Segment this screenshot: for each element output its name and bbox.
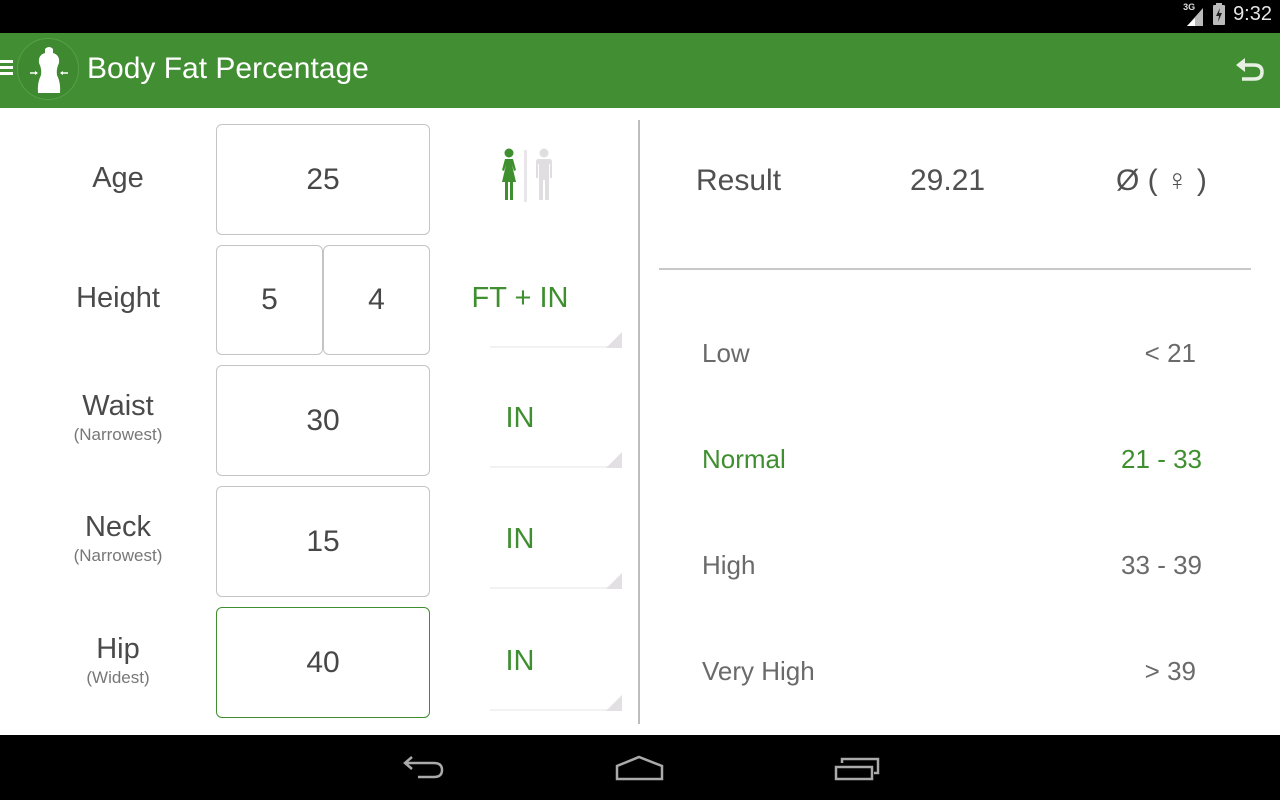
waist-input[interactable]: 30: [216, 365, 430, 476]
waist-label: Waist (Narrowest): [18, 390, 218, 445]
height-inches-input[interactable]: 4: [323, 245, 430, 355]
status-bar: 3G 9:32: [0, 0, 1280, 33]
vertical-divider: [638, 120, 640, 724]
hip-label: Hip (Widest): [18, 633, 218, 688]
app-title: Body Fat Percentage: [87, 52, 369, 85]
range-value: > 39: [1144, 656, 1196, 686]
range-value: < 21: [1144, 338, 1196, 368]
undo-button[interactable]: [1234, 55, 1266, 87]
neck-unit-value: IN: [505, 523, 535, 555]
waist-unit-spinner[interactable]: IN: [490, 364, 622, 468]
back-button[interactable]: [396, 749, 456, 789]
hip-unit-value: IN: [505, 645, 535, 677]
range-row-very-high: Very High > 39: [702, 656, 1202, 696]
hip-unit-spinner[interactable]: IN: [490, 607, 622, 711]
network-type: 3G: [1183, 1, 1196, 12]
hip-input[interactable]: 40: [216, 607, 430, 718]
recent-apps-button[interactable]: [830, 749, 890, 789]
app-logo-dress-form-icon[interactable]: [17, 38, 79, 100]
back-icon: [403, 756, 444, 779]
dropdown-corner-icon: [606, 573, 622, 589]
dropdown-corner-icon: [606, 452, 622, 468]
signal-icon: 3G: [1183, 1, 1205, 26]
range-name: Very High: [702, 656, 815, 686]
hamburger-menu-icon[interactable]: [0, 60, 13, 76]
spinner-underline: [490, 346, 622, 348]
range-row-high: High 33 - 39: [702, 550, 1202, 590]
battery-icon: [1213, 2, 1226, 25]
waist-unit-value: IN: [505, 402, 535, 434]
undo-icon: [1236, 58, 1264, 81]
female-male-toggle-icon: [502, 148, 552, 202]
content-area: Age 25 Height 5 4 FT + IN Waist (Narrowe…: [0, 108, 1280, 735]
neck-label: Neck (Narrowest): [18, 511, 218, 566]
spinner-underline: [490, 709, 622, 711]
height-label: Height: [76, 282, 160, 314]
spinner-underline: [490, 587, 622, 589]
height-unit-value: FT + IN: [471, 282, 569, 314]
range-row-low: Low < 21: [702, 338, 1202, 378]
neck-input[interactable]: 15: [216, 486, 430, 597]
home-icon: [615, 755, 664, 781]
navigation-bar: [0, 735, 1280, 800]
dropdown-corner-icon: [606, 695, 622, 711]
neck-hint: (Narrowest): [73, 546, 163, 565]
result-label: Result: [696, 164, 782, 197]
range-name: Normal: [702, 444, 786, 474]
home-button[interactable]: [610, 749, 670, 789]
waist-hint: (Narrowest): [73, 425, 163, 444]
height-feet-input[interactable]: 5: [216, 245, 323, 355]
hip-hint: (Widest): [86, 668, 150, 687]
range-name: High: [702, 550, 756, 580]
age-label: Age: [92, 162, 144, 194]
gender-toggle[interactable]: [492, 148, 562, 210]
result-gender-indicator: Ø ( ♀ ): [1116, 164, 1207, 197]
result-value: 29.21: [910, 164, 986, 197]
neck-unit-spinner[interactable]: IN: [490, 485, 622, 589]
range-name: Low: [702, 338, 750, 368]
age-input[interactable]: 25: [216, 124, 430, 235]
range-row-normal: Normal 21 - 33: [702, 444, 1202, 484]
dropdown-corner-icon: [606, 332, 622, 348]
clock: 9:32: [1233, 3, 1272, 25]
height-unit-spinner[interactable]: FT + IN: [472, 244, 622, 348]
spinner-underline: [490, 466, 622, 468]
recent-apps-icon: [834, 757, 880, 781]
range-value: 21 - 33: [1121, 444, 1202, 474]
range-value: 33 - 39: [1121, 550, 1202, 580]
horizontal-divider: [659, 268, 1251, 270]
